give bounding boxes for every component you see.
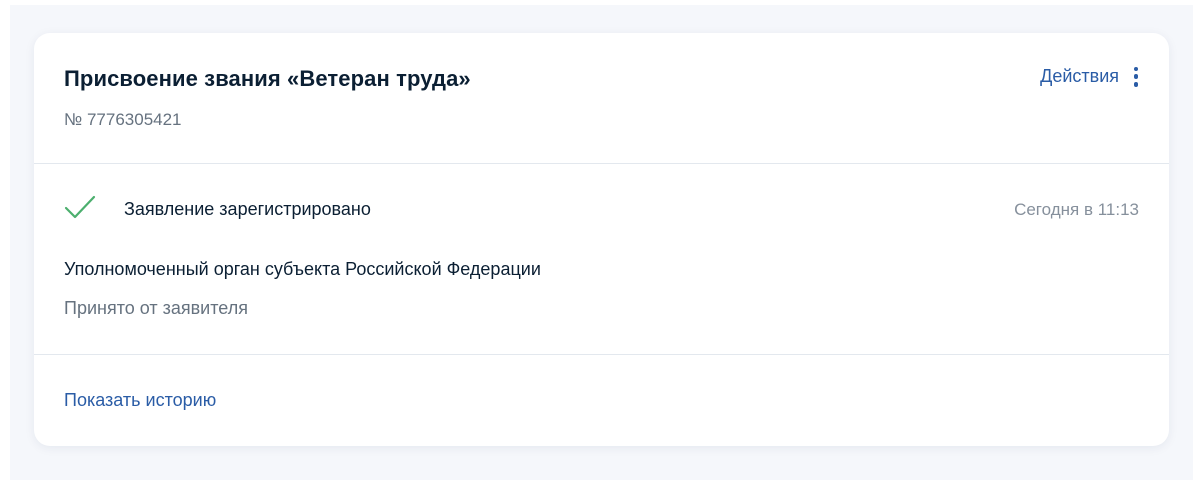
- kebab-menu-icon: [1133, 66, 1139, 87]
- application-number: № 7776305421: [64, 110, 182, 129]
- status-text: Заявление зарегистрировано: [124, 199, 371, 219]
- show-history-link[interactable]: Показать историю: [64, 390, 216, 411]
- organization-name: Уполномоченный орган субъекта Российской…: [64, 259, 541, 279]
- check-icon: [64, 195, 96, 219]
- card-header: Присвоение звания «Ветеран труда» № 7776…: [34, 33, 1169, 164]
- status-section: Заявление зарегистрировано Сегодня в 11:…: [34, 164, 1169, 355]
- application-card: Присвоение звания «Ветеран труда» № 7776…: [34, 33, 1169, 446]
- actions-label: Действия: [1040, 66, 1119, 86]
- status-timestamp: Сегодня в 11:13: [1014, 200, 1139, 219]
- application-title: Присвоение звания «Ветеран труда»: [64, 66, 471, 91]
- actions-button[interactable]: Действия: [1040, 66, 1139, 87]
- organization-note: Принято от заявителя: [64, 298, 248, 318]
